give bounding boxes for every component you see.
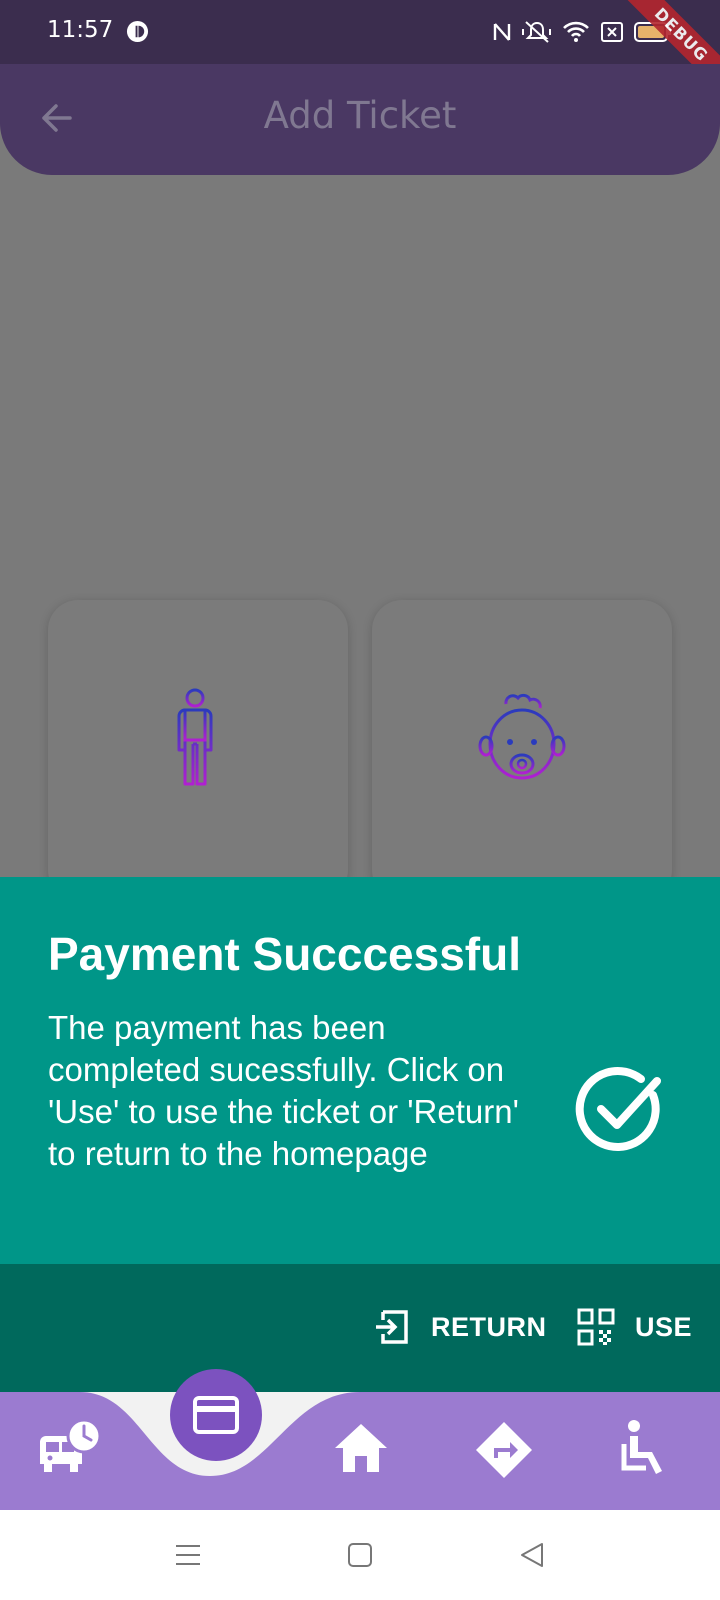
nav-card-button[interactable] (170, 1369, 262, 1461)
notification-icon (126, 20, 149, 43)
mute-icon (522, 21, 551, 43)
home-square-icon[interactable] (345, 1540, 375, 1570)
use-label: USE (635, 1311, 693, 1342)
status-time: 11:57 (47, 17, 114, 43)
adult-person-icon (177, 688, 213, 786)
accessible-seat-icon[interactable] (612, 1414, 684, 1486)
snackbar-message: The payment has been completed sucessful… (48, 1009, 519, 1172)
return-button[interactable]: RETURN (373, 1308, 547, 1346)
back-triangle-icon[interactable] (518, 1540, 548, 1570)
bus-schedule-icon[interactable] (36, 1412, 108, 1484)
wifi-icon (563, 21, 589, 42)
sim-icon (601, 22, 623, 42)
return-label: RETURN (431, 1311, 547, 1342)
directions-icon[interactable] (468, 1414, 540, 1486)
snackbar-title: Payment Succcessful (48, 928, 522, 980)
app-bar: Add Ticket (0, 64, 720, 175)
status-bar: 11:57 DEBUG (0, 0, 720, 105)
ticket-type-child-card[interactable] (372, 600, 672, 900)
status-icons (492, 18, 672, 46)
menu-icon[interactable] (173, 1540, 203, 1570)
nfc-icon (493, 23, 511, 41)
ticket-type-adult-card[interactable] (48, 600, 348, 900)
baby-face-icon (478, 693, 566, 780)
check-circle-icon (575, 1067, 661, 1151)
system-navigation-bar (0, 1510, 720, 1600)
home-icon[interactable] (325, 1414, 397, 1486)
exit-icon (376, 1310, 408, 1344)
qr-code-icon (577, 1308, 615, 1346)
payment-success-snackbar: Payment Succcessful The payment has been… (0, 877, 720, 1264)
card-icon (193, 1396, 239, 1434)
page-title: Add Ticket (263, 94, 457, 137)
bottom-navigation (0, 1392, 720, 1510)
snackbar-actions: RETURN USE (0, 1264, 720, 1392)
use-button[interactable]: USE (577, 1308, 692, 1346)
